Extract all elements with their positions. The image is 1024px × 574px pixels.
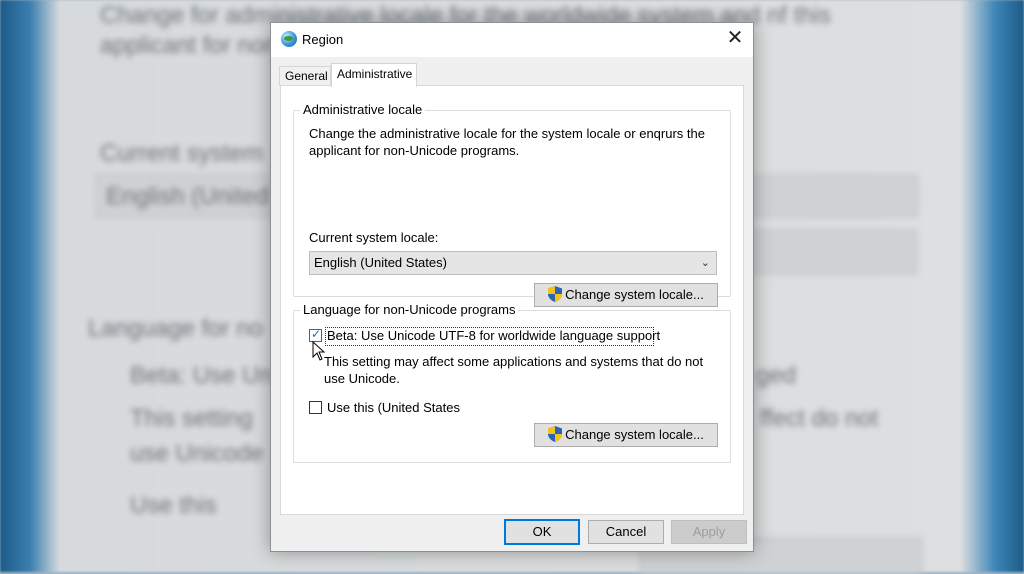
- change-system-locale-label: Change system locale...: [565, 287, 704, 302]
- apply-button[interactable]: Apply: [671, 520, 747, 544]
- bg-ghost-text: applicant for non: [100, 32, 278, 59]
- region-dialog: Region ✕ General Administrative Administ…: [270, 22, 754, 552]
- administrative-panel: Administrative locale Change the adminis…: [280, 85, 744, 515]
- chevron-down-icon: ⌄: [700, 257, 710, 269]
- bg-ghost-text: This setting: [130, 405, 253, 432]
- administrative-locale-group: Administrative locale Change the adminis…: [293, 102, 731, 307]
- group-title: Administrative locale: [300, 102, 426, 117]
- close-button[interactable]: ✕: [717, 23, 753, 55]
- cancel-button[interactable]: Cancel: [588, 520, 664, 544]
- close-icon: ✕: [726, 27, 744, 49]
- change-system-locale-label: Change system locale...: [565, 427, 704, 442]
- bg-ghost-text: ged: [756, 362, 797, 389]
- beta-utf8-label[interactable]: Beta: Use Unicode UTF-8 for worldwide la…: [327, 327, 660, 344]
- change-system-locale-button[interactable]: Change system locale...: [534, 283, 718, 307]
- tab-general[interactable]: General: [279, 66, 331, 86]
- current-locale-label: Current system locale:: [309, 230, 439, 245]
- bg-ghost-text: ffect do not: [760, 405, 879, 432]
- globe-icon: [281, 31, 297, 47]
- window-title: Region: [302, 32, 344, 47]
- unicode-note: This setting may affect some application…: [324, 354, 704, 386]
- bg-ghost-button: [740, 230, 917, 274]
- title-bar[interactable]: Region ✕: [271, 23, 753, 57]
- admin-locale-description: Change the administrative locale for the…: [309, 126, 705, 158]
- tab-administrative[interactable]: Administrative: [331, 63, 417, 87]
- current-locale-select[interactable]: English (United States) ⌄: [309, 251, 717, 275]
- bg-ghost-text: use Unicode: [130, 440, 264, 467]
- checkmark-icon: ✓: [311, 327, 322, 341]
- bg-ghost-text: Use this: [130, 492, 217, 519]
- bg-ghost-text: English (United: [106, 183, 269, 210]
- uac-shield-icon: [548, 426, 563, 442]
- ok-button[interactable]: OK: [504, 519, 580, 545]
- use-this-label[interactable]: Use this (United States: [327, 399, 460, 416]
- change-system-locale-button-2[interactable]: Change system locale...: [534, 423, 718, 447]
- non-unicode-group: Language for non-Unicode programs ✓ Beta…: [293, 302, 731, 463]
- bg-ghost-text: Current system: [100, 140, 263, 167]
- use-this-checkbox[interactable]: [309, 401, 322, 414]
- bg-ghost-text: Beta: Use Un: [130, 362, 273, 389]
- current-locale-value: English (United States): [314, 255, 447, 270]
- bg-ghost-text: Language for no: [88, 315, 263, 342]
- group-title: Language for non-Unicode programs: [300, 302, 519, 317]
- uac-shield-icon: [548, 286, 563, 302]
